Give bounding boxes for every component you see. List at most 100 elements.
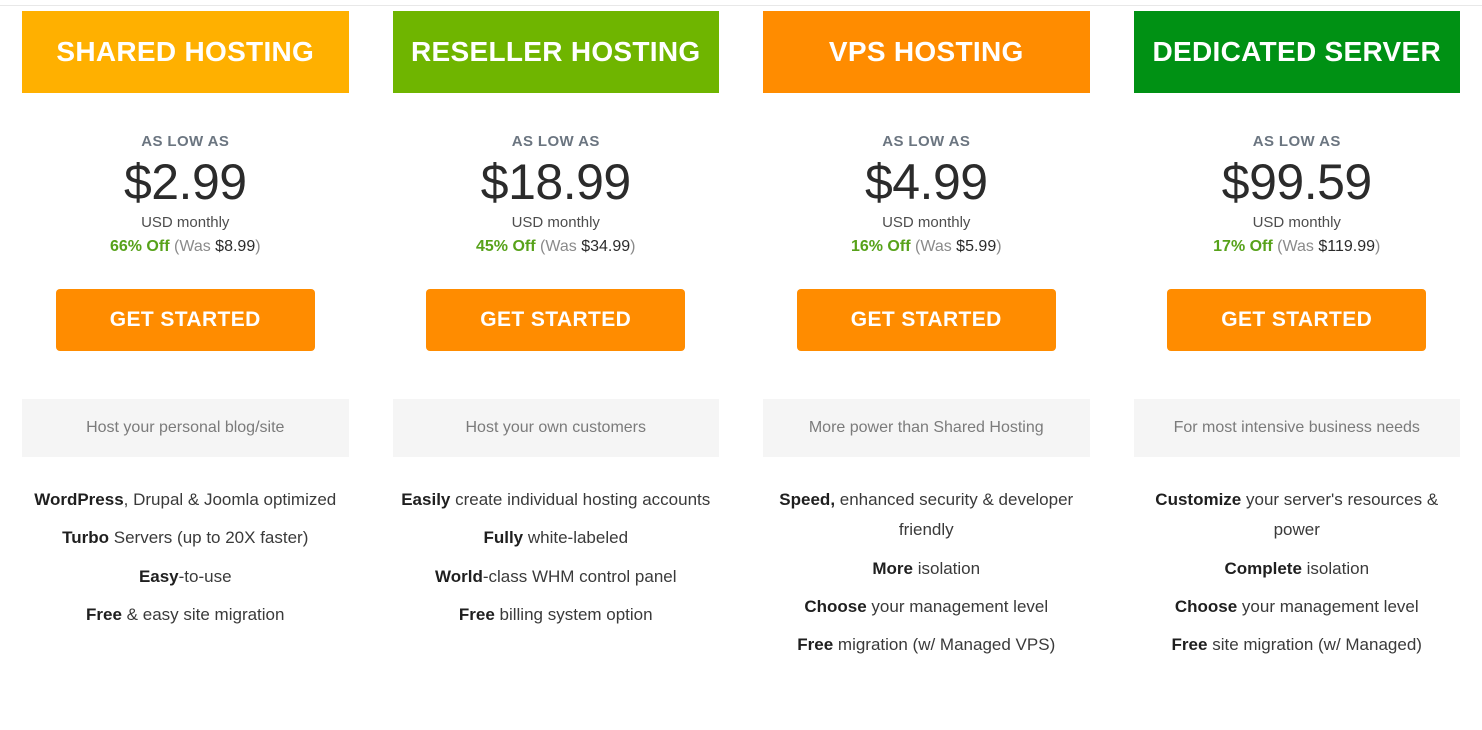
feature-item: More isolation xyxy=(763,554,1090,584)
feature-text: billing system option xyxy=(494,604,653,624)
plan-tagline: Host your own customers xyxy=(392,399,719,457)
feature-item: Customize your server's resources & powe… xyxy=(1134,485,1461,546)
price-block: AS LOW AS $4.99 USD monthly 16% Off (Was $5… xyxy=(763,133,1090,256)
price-block: AS LOW AS $18.99 USD monthly 45% Off (Was $… xyxy=(393,133,720,256)
price-period-label: USD monthly xyxy=(141,214,230,231)
price-period-label: USD monthly xyxy=(1252,214,1341,231)
feature-item: Free site migration (w/ Managed) xyxy=(1134,630,1461,660)
cta-wrapper: GET STARTED xyxy=(1134,289,1461,351)
plan-column: SHARED HOSTING AS LOW AS $2.99 USD monthly 6… xyxy=(0,5,371,730)
plan-title: RESELLER HOSTING xyxy=(411,36,701,67)
feature-highlight: Choose xyxy=(1174,596,1238,616)
was-label-suffix: ) xyxy=(1375,238,1381,255)
feature-highlight: Complete xyxy=(1224,558,1302,578)
price-period-label: USD monthly xyxy=(511,214,600,231)
pricing-plan-table: SHARED HOSTING AS LOW AS $2.99 USD monthly 6… xyxy=(0,0,1482,730)
price-discount: 17% Off (Was $119.99) xyxy=(1134,238,1461,256)
feature-highlight: Free xyxy=(458,604,495,624)
feature-list: WordPress, Drupal & Joomla optimized Turb… xyxy=(22,485,349,638)
price-discount: 45% Off (Was $34.99) xyxy=(393,238,720,256)
feature-list: Speed, enhanced security & developer fri… xyxy=(763,485,1090,668)
plan-tagline: For most intensive business needs xyxy=(1133,399,1460,457)
plan-tagline: More power than Shared Hosting xyxy=(763,399,1090,457)
feature-item: Easy-to-use xyxy=(22,562,349,592)
cta-wrapper: GET STARTED xyxy=(22,289,349,351)
feature-highlight: Easily xyxy=(401,490,451,509)
as-low-as-label: AS LOW AS xyxy=(1252,133,1341,150)
feature-text: site migration (w/ Managed) xyxy=(1207,635,1422,654)
feature-list: Customize your server's resources & powe… xyxy=(1134,485,1461,668)
plan-header-2: VPS HOSTING xyxy=(763,11,1090,93)
get-started-button[interactable]: GET STARTED xyxy=(1167,289,1427,351)
feature-text: -to-use xyxy=(178,566,232,586)
was-price: $8.99 xyxy=(215,238,256,255)
price-amount: $4.99 xyxy=(864,154,988,210)
price-period-label: USD monthly xyxy=(882,214,971,231)
feature-text: create individual hosting accounts xyxy=(450,490,711,509)
price-amount: $18.99 xyxy=(480,154,631,210)
plan-column: VPS HOSTING AS LOW AS $4.99 USD monthly 16% … xyxy=(741,5,1112,730)
plan-column: DEDICATED SERVER AS LOW AS $99.59 USD month… xyxy=(1111,5,1482,730)
feature-item: Free & easy site migration xyxy=(22,600,349,630)
feature-item: Turbo Servers (up to 20X faster) xyxy=(22,523,349,553)
as-low-as-label: AS LOW AS xyxy=(882,133,971,150)
was-label-prefix: (Was xyxy=(173,238,216,255)
was-label-suffix: ) xyxy=(255,238,261,255)
feature-text: isolation xyxy=(1301,558,1370,578)
plan-header-1: RESELLER HOSTING xyxy=(392,11,719,93)
get-started-button[interactable]: GET STARTED xyxy=(426,289,686,351)
discount-percent: 17% Off xyxy=(1213,238,1273,255)
was-label-suffix: ) xyxy=(630,238,636,255)
plan-title: SHARED HOSTING xyxy=(56,36,315,67)
feature-list: Easily create individual hosting account… xyxy=(393,485,720,638)
feature-item: Choose your management level xyxy=(1134,592,1461,622)
feature-item: Free migration (w/ Managed VPS) xyxy=(763,630,1090,660)
feature-highlight: Customize xyxy=(1155,490,1242,509)
get-started-button[interactable]: GET STARTED xyxy=(55,289,315,351)
discount-percent: 66% Off xyxy=(109,238,170,255)
plan-header-3: DEDICATED SERVER xyxy=(1133,11,1460,93)
feature-item: WordPress, Drupal & Joomla optimized xyxy=(22,485,349,515)
feature-text: , Drupal & Joomla optimized xyxy=(123,490,337,509)
feature-item: Fully white-labeled xyxy=(393,523,720,553)
discount-percent: 45% Off xyxy=(476,238,536,255)
feature-highlight: Free xyxy=(86,604,122,624)
feature-highlight: Turbo xyxy=(62,528,110,548)
feature-text: your server's resources & power xyxy=(1241,490,1439,540)
feature-text: & easy site migration xyxy=(121,604,285,624)
price-discount: 66% Off (Was $8.99) xyxy=(22,238,349,256)
was-price: $34.99 xyxy=(581,238,631,255)
feature-highlight: Free xyxy=(797,635,834,654)
feature-item: Speed, enhanced security & developer fri… xyxy=(763,485,1090,546)
as-low-as-label: AS LOW AS xyxy=(511,133,600,150)
feature-highlight: World xyxy=(434,566,483,586)
feature-text: -class WHM control panel xyxy=(482,566,677,586)
was-label-prefix: (Was xyxy=(1277,238,1319,255)
feature-item: Complete isolation xyxy=(1134,554,1461,584)
price-block: AS LOW AS $99.59 USD monthly 17% Off (Was $… xyxy=(1134,133,1461,256)
feature-text: migration (w/ Managed VPS) xyxy=(833,635,1056,654)
price-discount: 16% Off (Was $5.99) xyxy=(763,238,1090,256)
feature-highlight: Speed, xyxy=(779,490,836,509)
feature-text: isolation xyxy=(913,558,981,578)
feature-text: Servers (up to 20X faster) xyxy=(109,528,309,548)
price-amount: $99.59 xyxy=(1221,154,1372,210)
as-low-as-label: AS LOW AS xyxy=(141,133,230,150)
plan-title: VPS HOSTING xyxy=(828,36,1024,67)
feature-item: Choose your management level xyxy=(763,592,1090,622)
feature-highlight: Easy xyxy=(138,566,179,586)
feature-highlight: Fully xyxy=(483,528,524,548)
get-started-button[interactable]: GET STARTED xyxy=(796,289,1056,351)
feature-item: World-class WHM control panel xyxy=(393,562,720,592)
plan-header-0: SHARED HOSTING xyxy=(22,11,349,93)
was-price: $119.99 xyxy=(1318,238,1376,255)
plan-column: RESELLER HOSTING AS LOW AS $18.99 USD month… xyxy=(370,5,741,730)
was-label-suffix: ) xyxy=(996,238,1002,255)
feature-text: white-labeled xyxy=(523,528,629,548)
price-amount: $2.99 xyxy=(123,154,247,210)
plan-tagline: Host your personal blog/site xyxy=(22,399,349,457)
was-label-prefix: (Was xyxy=(540,238,582,255)
discount-percent: 16% Off xyxy=(850,238,911,255)
cta-wrapper: GET STARTED xyxy=(393,289,720,351)
feature-highlight: WordPress xyxy=(34,490,124,509)
